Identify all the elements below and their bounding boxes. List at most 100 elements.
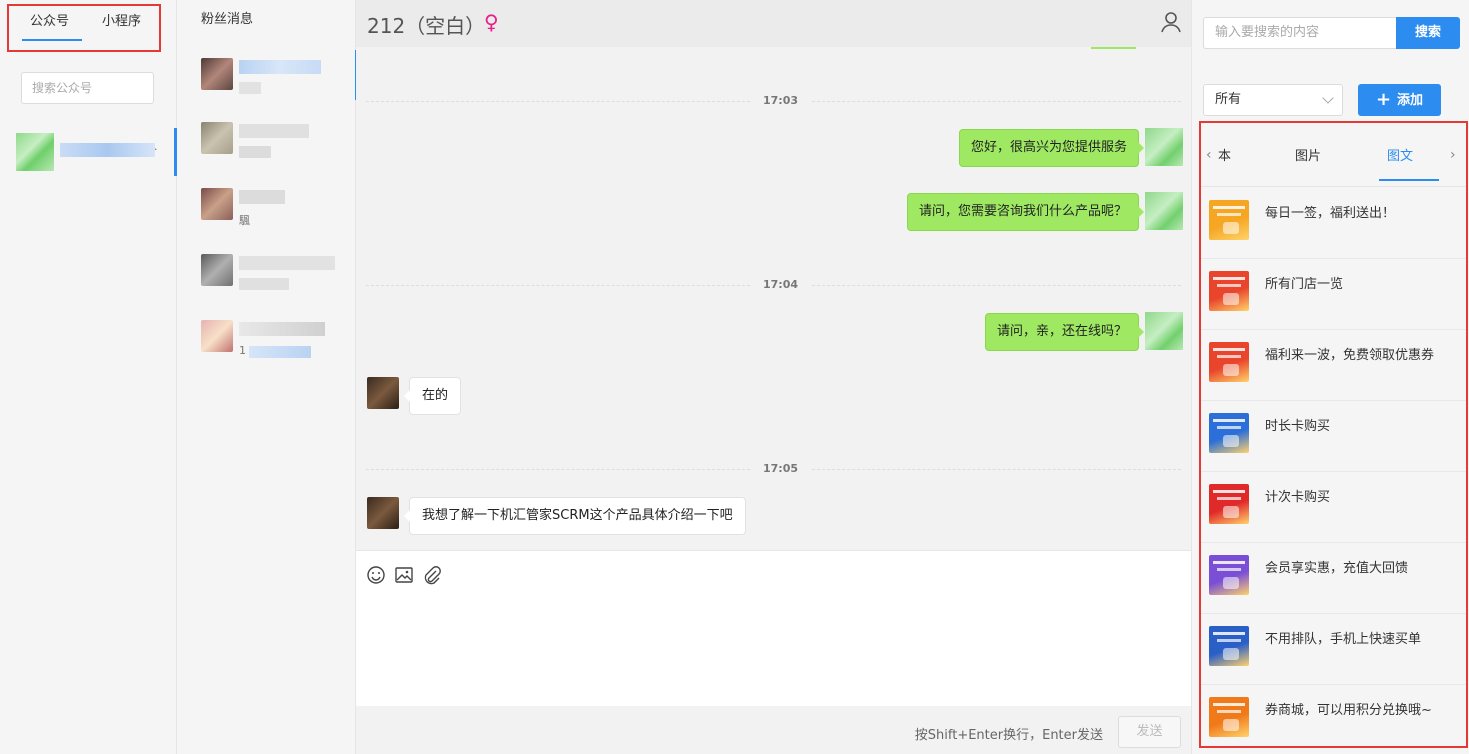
outgoing-message: 您好，很高兴为您提供服务 — [958, 129, 1145, 167]
search-button[interactable]: 搜索 — [1396, 17, 1460, 49]
time-separator: 17:04 — [366, 278, 1181, 299]
search-account-input[interactable]: 搜索公众号 — [21, 72, 154, 104]
fan-preview-blurred — [239, 278, 289, 290]
chevron-left-icon[interactable]: ‹ — [1206, 147, 1212, 163]
material-list-item[interactable]: 每日一签，福利送出！ — [1201, 188, 1466, 259]
fan-list-item[interactable]: 颿 — [177, 180, 356, 244]
fan-avatar — [201, 320, 233, 352]
incoming-message: 我想了解一下机汇管家SCRM这个产品具体介绍一下吧 — [404, 497, 746, 535]
outgoing-message: 请问，您需要咨询我们什么产品呢？ — [906, 193, 1145, 231]
material-filter-select[interactable]: 所有 — [1203, 84, 1343, 116]
account-type-tabs: 公众号 小程序 — [7, 4, 161, 52]
image-icon[interactable] — [394, 565, 414, 585]
user-profile-icon[interactable] — [1159, 10, 1183, 34]
fans-panel: 粉丝消息 颿 1 — [177, 0, 356, 754]
time-label: 17:03 — [751, 94, 811, 107]
add-label: 添加 — [1397, 93, 1424, 108]
material-thumbnail — [1209, 555, 1249, 595]
fan-list-item[interactable] — [177, 50, 356, 114]
material-title: 每日一签，福利送出！ — [1265, 206, 1396, 221]
tab-text[interactable]: 本 — [1218, 145, 1231, 164]
material-title: 时长卡购买 — [1265, 419, 1331, 434]
material-title: 福利来一波，免费领取优惠券 — [1265, 348, 1435, 363]
fan-name-blurred — [239, 256, 335, 270]
agent-avatar — [1145, 312, 1183, 350]
thumbnail-decoration — [1223, 648, 1239, 660]
material-list-item[interactable]: 计次卡购买 — [1201, 472, 1466, 543]
time-separator: 17:05 — [366, 462, 1181, 483]
material-list-item[interactable]: 券商城，可以用积分兑换哦~ — [1201, 685, 1466, 746]
accounts-panel: 公众号 小程序 搜索公众号 · — [0, 0, 177, 754]
material-title: 会员享实惠，充值大回馈 — [1265, 561, 1409, 576]
tab-mini-program[interactable]: 小程序 — [102, 10, 141, 29]
thumbnail-decoration — [1217, 710, 1241, 713]
thumbnail-decoration — [1213, 703, 1245, 706]
material-list-panel: ‹ 本 图片 图文 › 每日一签，福利送出！ 所有门店一览福利来一波，免费领取优惠… — [1199, 121, 1468, 748]
thumbnail-decoration — [1213, 419, 1245, 422]
agent-avatar — [1145, 192, 1183, 230]
material-search-input[interactable]: 输入要搜索的内容 — [1203, 17, 1397, 49]
tab-article[interactable]: 图文 — [1387, 145, 1413, 164]
account-name-ellipsis: · — [154, 143, 158, 156]
fan-preview-blurred — [239, 146, 271, 158]
thumbnail-decoration — [1217, 639, 1241, 642]
material-list-item[interactable]: 不用排队，手机上快速买单 — [1201, 614, 1466, 685]
account-avatar — [16, 133, 54, 171]
thumbnail-decoration — [1223, 222, 1239, 234]
fan-avatar — [201, 58, 233, 90]
chat-panel: 212（空白） ♀ 17:03 您好，很高兴为您提供服务 请问，您需要咨询我们什… — [356, 0, 1191, 754]
thumbnail-decoration — [1213, 561, 1245, 564]
fans-panel-title: 粉丝消息 — [201, 12, 254, 27]
thumbnail-decoration — [1223, 364, 1239, 376]
material-thumbnail — [1209, 342, 1249, 382]
thumbnail-decoration — [1223, 719, 1239, 731]
tab-image[interactable]: 图片 — [1295, 145, 1321, 164]
material-list-item[interactable]: 福利来一波，免费领取优惠券 — [1201, 330, 1466, 401]
plus-icon: + — [1375, 89, 1392, 110]
fan-chat-avatar — [367, 377, 399, 409]
material-thumbnail — [1209, 200, 1249, 240]
composer-footer: 按Shift+Enter换行，Enter发送 发送 — [356, 706, 1191, 754]
material-list-item[interactable]: 会员享实惠，充值大回馈 — [1201, 543, 1466, 614]
filter-value: 所有 — [1215, 92, 1242, 107]
thumbnail-decoration — [1223, 506, 1239, 518]
fan-list-item[interactable] — [177, 114, 356, 178]
send-button[interactable]: 发送 — [1118, 716, 1181, 748]
agent-avatar — [1145, 128, 1183, 166]
thumbnail-decoration — [1223, 577, 1239, 589]
account-list-item[interactable]: · — [16, 131, 176, 173]
fan-list-item[interactable] — [177, 246, 356, 310]
thumbnail-decoration — [1223, 435, 1239, 447]
tab-official-account[interactable]: 公众号 — [30, 10, 69, 29]
emoji-icon[interactable] — [366, 565, 386, 585]
fan-avatar — [201, 122, 233, 154]
active-tab-indicator — [1379, 179, 1439, 181]
fan-list-item[interactable]: 1 — [177, 312, 356, 376]
fan-name-blurred — [239, 60, 321, 74]
chevron-right-icon[interactable]: › — [1450, 147, 1456, 163]
material-title: 不用排队，手机上快速买单 — [1265, 632, 1422, 647]
attachment-icon[interactable] — [422, 565, 442, 585]
chat-header: 212（空白） ♀ — [356, 0, 1191, 47]
material-title: 券商城，可以用积分兑换哦~ — [1265, 703, 1432, 718]
materials-panel: 输入要搜索的内容 搜索 所有 + 添加 ‹ 本 图片 图文 › 每日一签，福利送出… — [1191, 0, 1469, 754]
add-material-button[interactable]: + 添加 — [1358, 84, 1441, 116]
message-composer[interactable]: 按Shift+Enter换行，Enter发送 发送 — [356, 550, 1191, 754]
send-hint: 按Shift+Enter换行，Enter发送 — [914, 728, 1103, 743]
time-separator: 17:03 — [366, 94, 1181, 115]
fan-name-blurred — [239, 190, 285, 204]
thumbnail-decoration — [1213, 490, 1245, 493]
thumbnail-decoration — [1213, 348, 1245, 351]
material-list-item[interactable]: 所有门店一览 — [1201, 259, 1466, 330]
incoming-message: 在的 — [403, 377, 462, 415]
thumbnail-decoration — [1213, 277, 1245, 280]
material-thumbnail — [1209, 413, 1249, 453]
material-thumbnail — [1209, 271, 1249, 311]
thumbnail-decoration — [1213, 206, 1245, 209]
material-list-item[interactable]: 时长卡购买 — [1201, 401, 1466, 472]
fan-preview-blurred — [249, 346, 311, 358]
fan-name-blurred — [239, 124, 309, 138]
fan-preview-blurred — [239, 82, 261, 94]
outgoing-message: 请问，亲，还在线吗？ — [984, 313, 1145, 351]
fan-preview-char: 1 — [239, 344, 246, 357]
